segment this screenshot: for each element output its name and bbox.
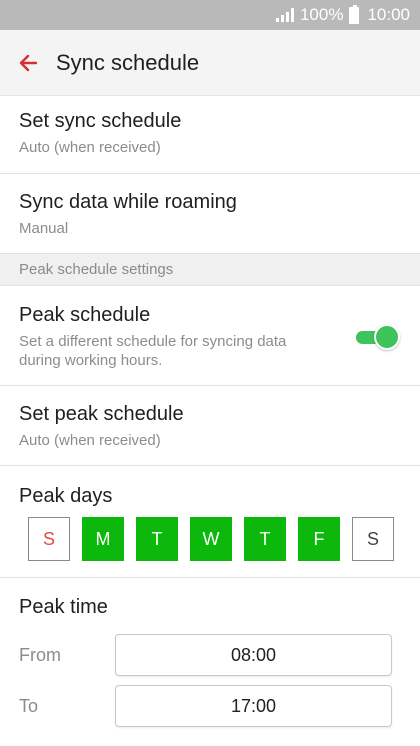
set-sync-schedule-value: Auto (when received) — [19, 139, 161, 156]
day-monday[interactable]: M — [82, 517, 124, 561]
day-thursday[interactable]: T — [244, 517, 286, 561]
set-peak-schedule-row[interactable]: Set peak schedule Auto (when received) — [0, 386, 420, 466]
toggle-thumb — [374, 324, 400, 350]
day-wednesday[interactable]: W — [190, 517, 232, 561]
peak-time-row: Peak time From 08:00 To 17:00 — [0, 578, 420, 744]
day-saturday[interactable]: S — [352, 517, 394, 561]
from-time-button[interactable]: 08:00 — [115, 634, 392, 676]
peak-schedule-description: Set a different schedule for syncing dat… — [19, 333, 287, 369]
peak-days-title: Peak days — [19, 485, 113, 507]
from-label: From — [19, 644, 61, 665]
to-time-button[interactable]: 17:00 — [115, 685, 392, 727]
to-time-line: To 17:00 — [19, 684, 401, 728]
peak-settings-section-header: Peak schedule settings — [0, 254, 420, 286]
clock: 10:00 — [367, 5, 410, 24]
sync-roaming-value: Manual — [19, 220, 69, 237]
back-button[interactable] — [0, 30, 56, 96]
app-bar: Sync schedule — [0, 30, 420, 96]
to-label: To — [19, 695, 39, 716]
peak-schedule-toggle[interactable] — [356, 324, 400, 350]
sync-roaming-title: Sync data while roaming — [19, 191, 237, 213]
peak-days-row: Peak days S M T W T F S — [0, 466, 420, 578]
peak-time-title: Peak time — [19, 596, 108, 618]
page-title: Sync schedule — [56, 49, 200, 75]
set-peak-schedule-value: Auto (when received) — [19, 432, 161, 449]
signal-icon — [275, 8, 294, 22]
from-time-line: From 08:00 — [19, 633, 401, 677]
day-sunday[interactable]: S — [28, 517, 70, 561]
sync-roaming-row[interactable]: Sync data while roaming Manual — [0, 174, 420, 254]
status-bar: 100% 10:00 — [0, 0, 420, 30]
set-peak-schedule-title: Set peak schedule — [19, 403, 184, 425]
battery-icon — [349, 4, 360, 24]
peak-schedule-title: Peak schedule — [19, 304, 151, 326]
back-arrow-icon — [19, 54, 38, 71]
set-sync-schedule-row[interactable]: Set sync schedule Auto (when received) — [0, 96, 420, 174]
day-friday[interactable]: F — [298, 517, 340, 561]
day-tuesday[interactable]: T — [136, 517, 178, 561]
battery-percent: 100% — [299, 5, 344, 24]
peak-days-selector: S M T W T F S — [19, 517, 401, 561]
set-sync-schedule-title: Set sync schedule — [19, 110, 182, 132]
peak-schedule-row[interactable]: Peak schedule Set a different schedule f… — [0, 286, 420, 386]
